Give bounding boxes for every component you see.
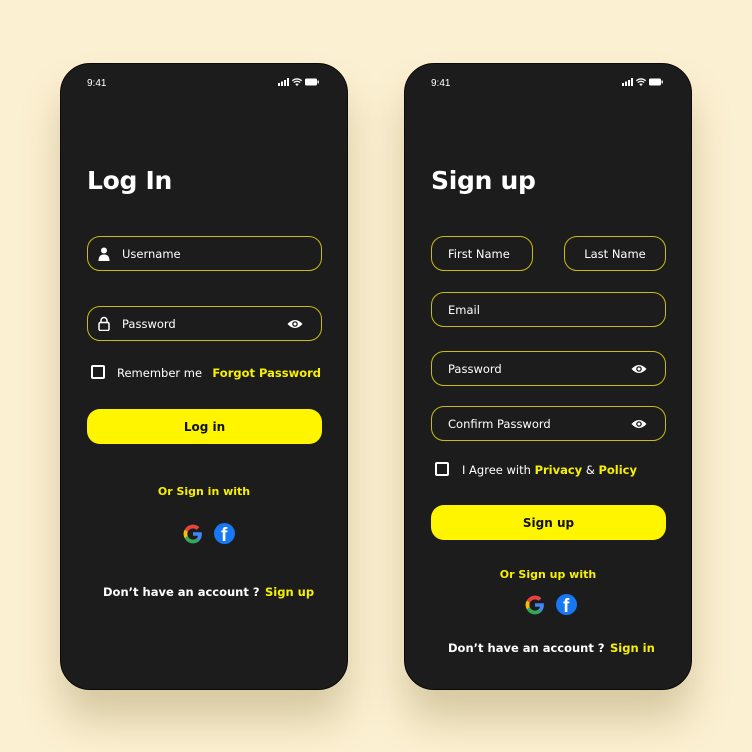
page-title: Sign up xyxy=(431,166,536,195)
password-placeholder: Password xyxy=(448,361,502,376)
email-placeholder: Email xyxy=(448,302,480,317)
privacy-link[interactable]: Privacy xyxy=(535,463,583,477)
confirm-password-placeholder: Confirm Password xyxy=(448,416,551,431)
facebook-icon[interactable]: f xyxy=(214,523,235,544)
google-icon[interactable] xyxy=(524,594,546,616)
last-name-placeholder: Last Name xyxy=(584,246,646,261)
signal-icon xyxy=(278,78,289,86)
no-account-text: Don’t have an account ? xyxy=(103,585,260,599)
eye-icon[interactable] xyxy=(287,319,303,329)
alt-signup-label: Or Sign up with xyxy=(499,568,597,581)
signup-button[interactable]: Sign up xyxy=(431,505,666,540)
password-input[interactable]: Password xyxy=(431,351,666,386)
last-name-input[interactable]: Last Name xyxy=(564,236,666,271)
eye-icon[interactable] xyxy=(631,419,647,429)
alt-signin-label: Or Sign in with xyxy=(157,485,251,498)
confirm-password-input[interactable]: Confirm Password xyxy=(431,406,666,441)
agree-label: I Agree with Privacy & Policy xyxy=(462,463,637,477)
agree-prefix: I Agree with xyxy=(462,463,531,477)
remember-me-label: Remember me xyxy=(117,366,203,380)
signup-screen: 9:41 Sign up First Name Last Name Email … xyxy=(404,63,692,690)
social-login: f xyxy=(182,523,235,545)
email-input[interactable]: Email xyxy=(431,292,666,327)
battery-icon xyxy=(305,78,319,86)
forgot-password-link[interactable]: Forgot Password xyxy=(212,366,321,380)
agree-checkbox[interactable] xyxy=(435,462,449,476)
password-placeholder: Password xyxy=(122,316,176,331)
agree-amp: & xyxy=(585,463,595,477)
battery-icon xyxy=(649,78,663,86)
signup-link[interactable]: Sign up xyxy=(265,585,314,599)
login-screen: 9:41 Log In Username Password Remember m… xyxy=(60,63,348,690)
status-time: 9:41 xyxy=(87,78,107,89)
facebook-icon[interactable]: f xyxy=(556,594,577,615)
lock-icon xyxy=(98,316,110,331)
no-account-text: Don’t have an account ? xyxy=(448,641,605,655)
username-input[interactable]: Username xyxy=(87,236,322,271)
social-signup: f xyxy=(524,594,577,616)
remember-me-checkbox[interactable] xyxy=(91,365,105,379)
status-icons xyxy=(622,78,663,86)
wifi-icon xyxy=(636,78,646,86)
google-icon[interactable] xyxy=(182,523,204,545)
signal-icon xyxy=(622,78,633,86)
status-time: 9:41 xyxy=(431,78,451,89)
wifi-icon xyxy=(292,78,302,86)
policy-link[interactable]: Policy xyxy=(598,463,637,477)
signin-link[interactable]: Sign in xyxy=(610,641,655,655)
user-icon xyxy=(98,247,110,261)
eye-icon[interactable] xyxy=(631,364,647,374)
first-name-input[interactable]: First Name xyxy=(431,236,533,271)
page-title: Log In xyxy=(87,166,173,195)
first-name-placeholder: First Name xyxy=(448,246,510,261)
login-button[interactable]: Log in xyxy=(87,409,322,444)
username-placeholder: Username xyxy=(122,246,181,261)
status-icons xyxy=(278,78,319,86)
password-input[interactable]: Password xyxy=(87,306,322,341)
